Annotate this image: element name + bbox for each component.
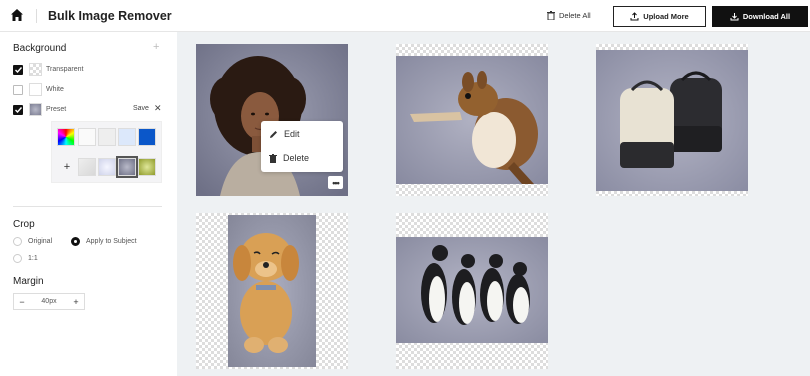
palette-swatch-gradient-gray[interactable] [78,158,96,176]
transparent-swatch [29,63,42,76]
apply-to-subject-label: Apply to Subject [86,238,137,245]
close-preset-button[interactable]: ✕ [154,103,162,114]
margin-section-title: Margin [13,276,44,287]
upload-more-label: Upload More [643,12,689,21]
crop-option-apply-to-subject[interactable]: Apply to Subject [71,237,137,246]
crop-option-original[interactable]: Original [13,237,52,246]
context-menu-edit[interactable]: Edit [269,129,300,139]
edit-label: Edit [284,129,300,139]
original-label: Original [28,238,53,245]
background-option-transparent[interactable]: Transparent [13,63,83,76]
upload-more-button[interactable]: Upload More [613,6,706,27]
add-background-button[interactable]: + [153,41,159,53]
apply-to-subject-radio[interactable] [71,237,80,246]
margin-stepper: − 40px + [13,293,85,310]
background-option-white[interactable]: White [13,83,64,96]
download-all-button[interactable]: Download All [712,6,808,27]
image-card-girl[interactable] [196,44,348,196]
preset-swatch [29,103,42,116]
palette-swatch-blue[interactable] [138,128,156,146]
image-context-menu: Edit Delete [261,121,343,172]
palette-swatch-preset-selected[interactable] [116,156,138,178]
sidebar-divider [13,206,162,207]
download-all-label: Download All [742,12,791,21]
trash-icon [269,153,277,163]
white-label: White [46,86,64,93]
upload-icon [630,12,639,21]
backpacks-image [596,50,748,191]
palette-swatch-light-blue[interactable] [118,128,136,146]
puppy-image [228,215,316,367]
delete-all-label: Delete All [559,11,591,20]
save-preset-button[interactable]: Save [133,105,149,112]
palette-swatch-white[interactable] [78,128,96,146]
home-icon[interactable] [10,8,24,22]
palette-swatch-light-gray[interactable] [98,128,116,146]
ratio-1-1-label: 1:1 [28,255,38,262]
penguins-image [396,237,548,343]
pencil-icon [270,130,277,138]
background-section-title: Background [13,43,67,54]
app-title: Bulk Image Remover [48,9,172,23]
white-swatch [29,83,42,96]
background-option-preset[interactable]: Preset [13,103,66,116]
more-options-button[interactable]: ••• [328,176,343,189]
palette-swatch-soft-lavender[interactable] [98,158,116,176]
delete-label: Delete [283,153,310,163]
check-icon [14,66,22,73]
context-menu-delete[interactable]: Delete [269,153,309,163]
image-card-puppy[interactable] [196,213,348,369]
image-card-penguins[interactable] [396,213,548,369]
margin-value[interactable]: 40px [30,298,68,305]
download-icon [730,13,739,21]
transparent-checkbox[interactable] [13,64,23,75]
transparent-label: Transparent [46,66,84,73]
ratio-1-1-radio[interactable] [13,254,22,263]
preset-checkbox[interactable] [13,104,23,115]
original-radio[interactable] [13,237,22,246]
delete-all-button[interactable]: Delete All [547,11,591,20]
crop-section-title: Crop [13,219,35,230]
palette-swatch-olive[interactable] [138,158,156,176]
margin-decrease-button[interactable]: − [14,297,30,307]
header-divider [36,9,37,23]
palette-add-button[interactable]: + [58,158,76,176]
girl-portrait-image [196,44,348,196]
white-checkbox[interactable] [13,84,23,95]
color-palette: + [51,121,162,183]
color-picker-swatch[interactable] [57,128,75,146]
trash-icon [547,11,555,20]
image-card-squirrel[interactable] [396,44,548,196]
preset-label: Preset [46,106,67,113]
check-icon [14,106,22,113]
margin-increase-button[interactable]: + [68,297,84,307]
top-bar: Bulk Image Remover Delete All Upload Mor… [0,0,810,32]
crop-option-1-1[interactable]: 1:1 [13,254,38,263]
squirrel-image [396,56,548,184]
image-card-backpacks[interactable] [596,44,748,196]
